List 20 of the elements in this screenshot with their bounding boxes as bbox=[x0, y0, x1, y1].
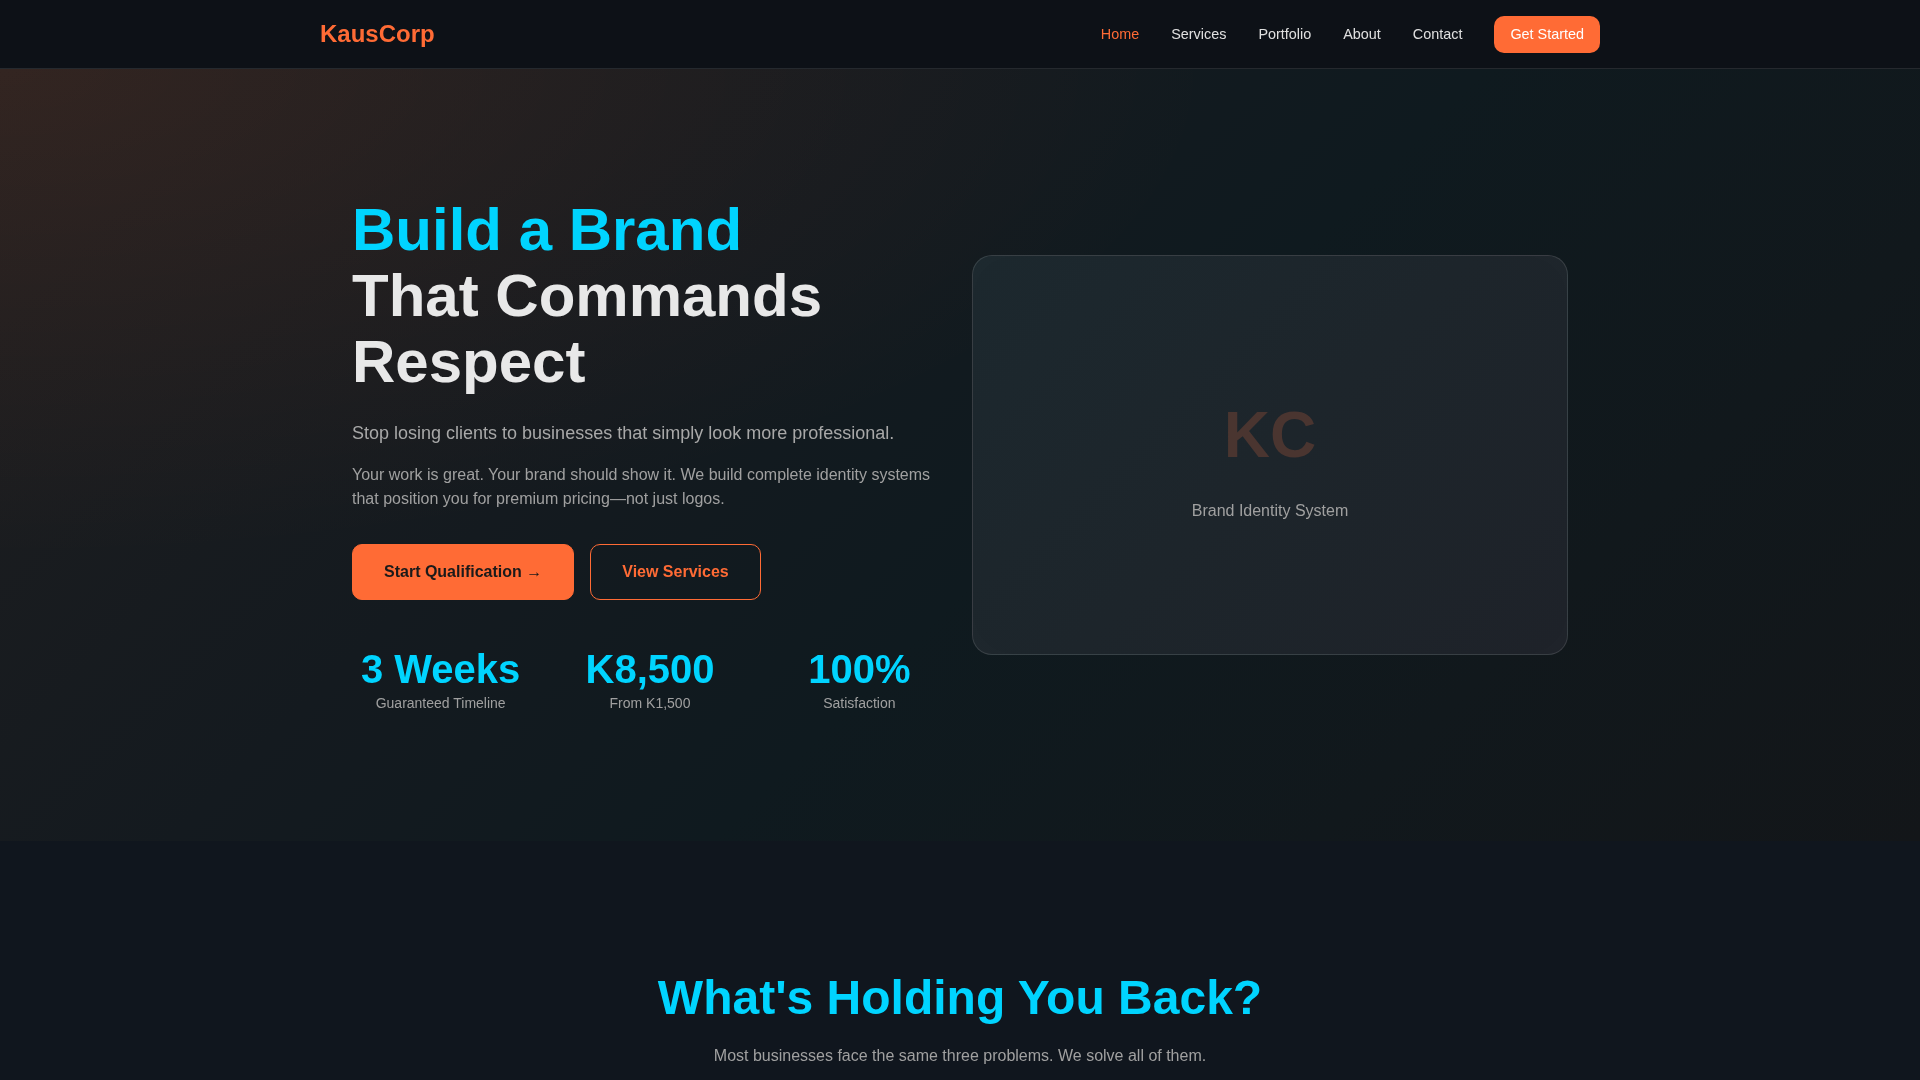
card-caption: Brand Identity System bbox=[1191, 501, 1349, 521]
stat-label: From K1,500 bbox=[609, 693, 691, 713]
hero-description: Your work is great. Your brand should show it. We build complete identity systems that position you for premium pricing—not just logos. bbox=[352, 464, 932, 509]
nav-link[interactable]: Portfolio bbox=[1258, 26, 1312, 42]
outline-button[interactable]: View Services bbox=[590, 543, 761, 600]
nav-link[interactable]: Contact bbox=[1412, 26, 1463, 42]
primary-cta-button[interactable]: Start Qualification → bbox=[352, 543, 575, 600]
hero-subtitle: Stop losing clients to businesses that simply look more professional. bbox=[352, 421, 896, 445]
hero-heading: Build a Brand That Commands Respect bbox=[352, 196, 824, 395]
nav-link[interactable]: Home bbox=[1100, 26, 1140, 42]
nav-link[interactable]: Services bbox=[1171, 26, 1227, 42]
stat-label: Satisfaction bbox=[823, 693, 896, 713]
brand-logo[interactable]: KausCorp bbox=[320, 20, 435, 48]
stat-value: K8,500 bbox=[585, 645, 715, 693]
stat-label: Guaranteed Timeline bbox=[375, 693, 506, 713]
nav-link[interactable]: About bbox=[1343, 26, 1381, 42]
stat-value: 100% bbox=[808, 645, 911, 693]
section-heading: What's Holding You Back? bbox=[656, 970, 1264, 1026]
section-subtitle: Most businesses face the same three problems. We solve all of them. bbox=[712, 1046, 1208, 1066]
stat-value: 3 Weeks bbox=[360, 645, 521, 693]
